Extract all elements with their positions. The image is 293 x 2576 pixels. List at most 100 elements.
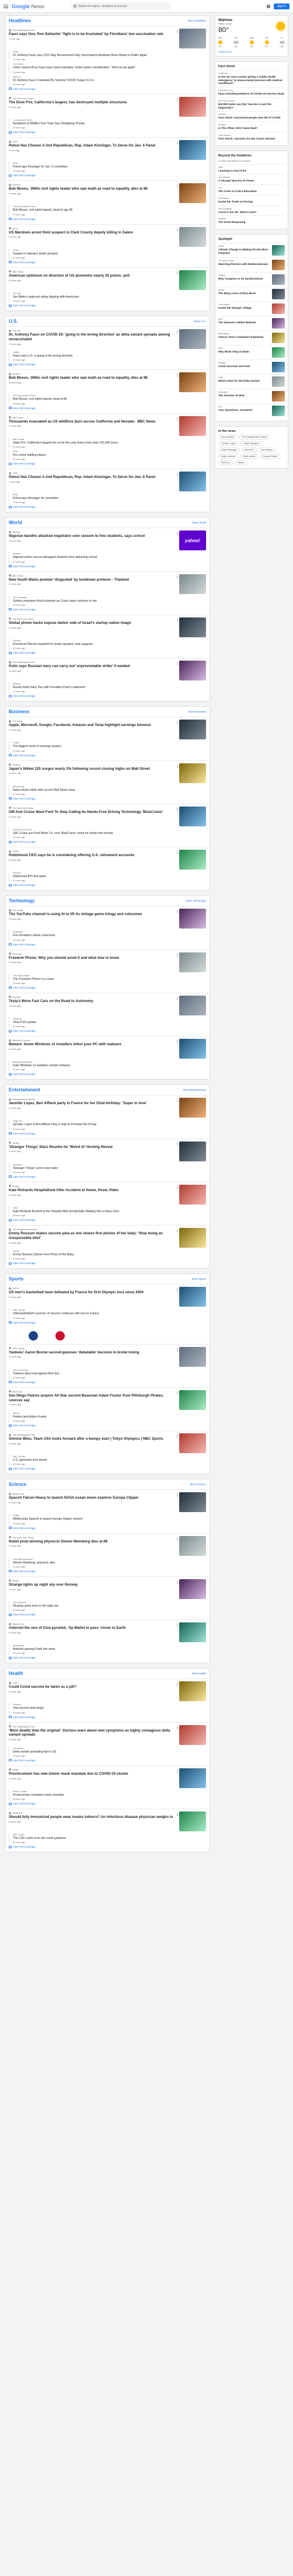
topic-chip[interactable]: Katie Ledecky — [218, 454, 238, 459]
more-options-icon[interactable] — [177, 1537, 178, 1541]
related-headline[interactable]: USA basketball's summer of concern conti… — [13, 1312, 206, 1315]
full-coverage-link[interactable]: View Full Coverage — [9, 943, 206, 946]
full-coverage-link[interactable]: View Full Coverage — [9, 407, 206, 410]
story-thumbnail[interactable] — [179, 720, 206, 740]
full-coverage-link[interactable]: View Full Coverage — [9, 174, 206, 177]
full-coverage-link[interactable]: View Full Coverage — [9, 1467, 206, 1470]
story-thumbnail[interactable] — [179, 96, 206, 117]
weather-card[interactable]: Wallowa Partly cloudy 80° Mon 87° Tue 84° Wed 89… — [215, 15, 288, 57]
more-options-icon[interactable] — [177, 1391, 178, 1395]
related-story[interactable]: NBC Sports USA basketball's summer of con… — [9, 1308, 206, 1320]
related-story[interactable]: NPR Pelosi taps Kinzinger for committee 2 … — [9, 493, 206, 504]
related-story[interactable]: Bloomberg Asian stocks climb after record… — [9, 784, 206, 795]
related-headline[interactable]: 'Stranger Things' cast in new trailer — [13, 1167, 206, 1170]
fact-check-item[interactable]: PolitiFact Is the US case country giving … — [218, 70, 285, 87]
related-story[interactable]: Boston Globe Provincetown reinstates mask… — [9, 1789, 206, 1800]
story-headline[interactable]: GM And Cruise Want Ford To Stop Calling … — [9, 810, 176, 815]
story-thumbnail[interactable] — [179, 1681, 206, 1702]
related-story[interactable]: The Associated Press Bob Moses, civil rig… — [9, 205, 206, 216]
section-more-link[interactable]: More Technology — [186, 899, 206, 902]
related-story[interactable]: Engadget Fan remasters classic cutscenes 3… — [9, 930, 206, 941]
item-headline[interactable]: Is This Pfizer CEO Claim Real? — [218, 127, 285, 130]
story-thumbnail[interactable] — [179, 1390, 206, 1410]
topic-chip[interactable]: Tokyo Olympics — [240, 441, 262, 446]
full-coverage-link[interactable]: View Full Coverage — [9, 505, 206, 508]
item-headline[interactable]: Climate Change Is Making Floods More Fre… — [218, 248, 270, 254]
story-thumbnail[interactable] — [179, 850, 206, 870]
related-story[interactable]: The Guardian Sydney protesters flout lock… — [9, 595, 206, 606]
related-story[interactable]: Yahoo Emmy Rossum Shares First Photo of H… — [9, 1249, 206, 1261]
item-thumbnail[interactable] — [272, 289, 285, 300]
full-coverage-link[interactable]: View Full Coverage — [9, 218, 206, 221]
related-story[interactable]: ESPN Padres land Adam Frazier 5 hours ago — [9, 1411, 206, 1422]
more-options-icon[interactable] — [177, 1769, 178, 1773]
item-thumbnail[interactable] — [272, 391, 285, 402]
section-more-link[interactable]: More Entertainment — [183, 1088, 206, 1091]
fact-check-item[interactable]: FactCheck.org Fauci misinterpretations of… — [218, 87, 285, 97]
section-more-link[interactable]: More U.S. — [194, 320, 206, 323]
related-headline[interactable]: Fire crews battling blazes — [13, 453, 206, 457]
spotlight-item[interactable]: Vice The Internet's Oldest Website — [218, 316, 285, 330]
more-options-icon[interactable] — [177, 1348, 178, 1352]
related-headline[interactable]: Jennifer Lopez & Ben Affleck Party in It… — [13, 1123, 206, 1126]
story-thumbnail[interactable] — [179, 952, 206, 972]
beyond-headlines-item[interactable]: Vox The Crisis in Civics Education — [218, 184, 285, 195]
related-story[interactable]: Reuters Emmanuel Macron targeted for Isra… — [9, 638, 206, 650]
story-thumbnail[interactable] — [179, 1622, 206, 1642]
story-thumbnail[interactable] — [179, 806, 206, 826]
more-options-icon[interactable] — [177, 228, 178, 232]
section-title[interactable]: Technology — [9, 898, 34, 903]
story-headline[interactable]: New South Wales premier 'disgusted' by l… — [9, 578, 176, 582]
related-headline[interactable]: Dr. Anthony Fauci says CDC May Recommend… — [13, 54, 206, 57]
story-thumbnail[interactable] — [179, 140, 206, 160]
full-coverage-link[interactable]: View Full Coverage — [9, 1073, 206, 1076]
story-headline[interactable]: Robinhood CEO says he is considering off… — [9, 853, 176, 858]
section-title[interactable]: Science — [9, 1482, 26, 1487]
item-headline[interactable]: The Internet's Oldest Website — [218, 321, 270, 324]
related-story[interactable]: The Daily Beast The 'Freedom Phone' is a … — [9, 973, 206, 985]
story-headline[interactable]: SpaceX Falcon Heavy to launch NASA ocean… — [9, 1496, 176, 1500]
related-headline[interactable]: Residents of Wildfire-Torn Town Say Fire… — [13, 122, 206, 125]
full-coverage-link[interactable]: View Full Coverage — [9, 304, 206, 307]
story-headline[interactable]: Simone Biles, Team USA looks forward aft… — [9, 1437, 176, 1441]
menu-icon[interactable] — [4, 4, 8, 8]
topic-chip[interactable]: Bob Moses — [258, 448, 275, 453]
related-headline[interactable]: Asian stocks climb after record Wall Str… — [13, 788, 206, 792]
story-headline[interactable]: Bob Moses, 1960s civil rights leader who… — [9, 376, 176, 381]
story-headline[interactable]: Nigerian bandits attacked negotiator ove… — [9, 534, 176, 539]
more-options-icon[interactable] — [177, 910, 178, 914]
related-story[interactable]: Reuters Robinhood IPO this week 7 hours ag… — [9, 871, 206, 882]
story-headline[interactable]: Freedom Phone: Why you should avoid it a… — [9, 956, 176, 961]
more-options-icon[interactable] — [177, 662, 178, 665]
story-headline[interactable]: US men's basketball team defeated by Fra… — [9, 1290, 176, 1295]
section-more-link[interactable]: More Headlines — [187, 19, 206, 22]
more-options-icon[interactable] — [177, 1185, 178, 1189]
related-headline[interactable]: Pelosi taps Kinzinger for Jan. 6 committ… — [13, 165, 206, 169]
related-story[interactable]: CNBC The biggest week of earnings season 3… — [9, 741, 206, 752]
related-headline[interactable]: Glowing spiral seen in the night sky — [13, 1604, 206, 1608]
section-more-link[interactable]: More Science — [190, 1483, 206, 1486]
topic-chip[interactable]: Simone Biles — [218, 435, 238, 440]
related-story[interactable]: Opinion Dr. Anthony Fauci Frustrated By S… — [9, 75, 206, 86]
related-story[interactable]: Fox News Critics sound off as Fauci says … — [9, 62, 206, 74]
related-headline[interactable]: Emmanuel Macron targeted for Israeli spy… — [13, 643, 206, 646]
item-headline[interactable]: The Great Reopening — [218, 221, 285, 224]
more-options-icon[interactable] — [177, 141, 178, 145]
related-headline[interactable]: Robinhood IPO this week — [13, 875, 206, 878]
related-story[interactable]: Live Science Glowing spiral seen in the n… — [9, 1600, 206, 1611]
related-headline[interactable]: Pelosi taps Kinzinger for committee — [13, 497, 206, 500]
story-headline[interactable]: Pelosi Has Chosen A 2nd Republican, Rep.… — [9, 475, 176, 480]
story-headline[interactable]: Japan's Nikkei 225 surges nearly 2% foll… — [9, 767, 176, 772]
story-thumbnail[interactable] — [179, 1579, 206, 1599]
fact-check-item[interactable]: Lead Stories Fact Check: Vaccines Do Not … — [218, 131, 285, 142]
item-headline[interactable]: Covid Vaccines and Kids — [218, 365, 270, 368]
story-thumbnail[interactable] — [179, 995, 206, 1015]
full-coverage-link[interactable]: View Full Coverage — [9, 462, 206, 465]
item-headline[interactable]: Covid in the UK: What's next? — [218, 211, 285, 214]
related-story[interactable]: BleepingComputer Fake Windows 11 installe… — [9, 1060, 206, 1071]
related-headline[interactable]: Fauci says U.S. is going in the wrong di… — [13, 354, 206, 358]
story-headline[interactable]: Bob Moses, 1960s civil rights leader who… — [9, 187, 176, 191]
topic-chip[interactable]: Jennifer Lopez — [218, 441, 239, 446]
full-coverage-link[interactable]: View Full Coverage — [9, 1759, 206, 1762]
full-coverage-link[interactable]: View Full Coverage — [9, 131, 206, 134]
